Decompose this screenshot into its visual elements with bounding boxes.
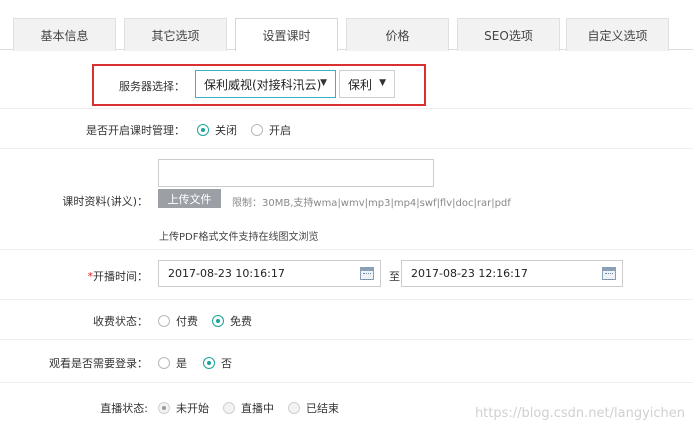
watermark-text: https://blog.csdn.net/langyichen [474,406,685,421]
upload-limit-hint: 限制：30MB,支持wma|wmv|mp3|mp4|swf|flv|doc|ra… [232,198,511,209]
login-required-row: 观看是否需要登录： 是 否 [0,340,693,383]
radio-no[interactable]: 否 [203,355,232,371]
server-select-value: 保利威视(对接科汛云) [204,77,322,92]
end-time-input[interactable]: 2017-08-23 12:16:17 [401,260,623,287]
tab-seo-options[interactable]: SEO选项 [457,18,560,51]
fee-status-row: 收费状态： 付费 免费 [0,300,693,340]
broadcast-time-row: *开播时间： 2017-08-23 10:16:17 至 2017-08-23 … [0,250,693,300]
radio-label: 否 [221,357,232,370]
server-sub-select[interactable]: 保利 ▼ [339,70,395,98]
radio-unselected-icon [288,402,300,414]
radio-close[interactable]: 关闭 [197,122,237,138]
broadcast-time-text: 开播时间： [93,270,148,283]
tab-other-options[interactable]: 其它选项 [124,18,227,51]
tab-label: 设置课时 [262,28,311,43]
upload-button-label: 上传文件 [167,192,212,206]
lesson-mgmt-row: 是否开启课时管理： 关闭 开启 [0,109,693,149]
pdf-note: 上传PDF格式文件支持在线图文浏览 [159,232,319,243]
radio-unselected-icon [251,124,263,136]
radio-paid[interactable]: 付费 [158,313,198,329]
chevron-down-icon: ▼ [379,78,386,88]
tab-label: 自定义选项 [587,28,648,43]
radio-unselected-icon [223,402,235,414]
tab-price[interactable]: 价格 [346,18,449,51]
live-status-label: 直播状态: [100,402,148,415]
radio-free[interactable]: 免费 [212,313,252,329]
tab-label: SEO选项 [484,28,533,43]
radio-label: 直播中 [241,402,274,415]
broadcast-time-label: *开播时间： [88,268,149,284]
end-time-value: 2017-08-23 12:16:17 [411,267,528,280]
server-sub-select-value: 保利 [348,77,373,92]
tab-bar: 基本信息 其它选项 设置课时 价格 SEO选项 自定义选项 [0,0,693,51]
fee-status-label: 收费状态： [93,315,148,328]
materials-row: 课时资料(讲义)： 上传文件 限制：30MB,支持wma|wmv|mp3|mp4… [0,149,693,250]
radio-unselected-icon [158,357,170,369]
tab-label: 基本信息 [40,28,89,43]
radio-yes[interactable]: 是 [158,355,187,371]
radio-label: 是 [176,357,187,370]
radio-open[interactable]: 开启 [251,122,291,138]
start-time-value: 2017-08-23 10:16:17 [168,267,285,280]
materials-label: 课时资料(讲义)： [62,195,148,208]
tab-label: 其它选项 [151,28,200,43]
login-required-label: 观看是否需要登录： [49,357,148,370]
upload-file-button[interactable]: 上传文件 [158,189,221,208]
lesson-mgmt-label: 是否开启课时管理： [86,124,185,137]
radio-ended[interactable]: 已结束 [288,400,339,416]
radio-not-started[interactable]: 未开始 [158,400,209,416]
radio-label: 免费 [230,315,252,328]
start-time-input[interactable]: 2017-08-23 10:16:17 [158,260,381,287]
server-select[interactable]: 保利威视(对接科汛云) ▼ [195,70,336,98]
radio-live[interactable]: 直播中 [223,400,274,416]
radio-label: 开启 [269,124,291,137]
radio-selected-icon [158,402,170,414]
radio-label: 付费 [176,315,198,328]
radio-label: 已结束 [306,402,339,415]
radio-label: 未开始 [176,402,209,415]
to-label: 至 [389,270,400,283]
calendar-icon[interactable] [602,267,616,280]
tab-label: 价格 [385,28,410,43]
tab-basic-info[interactable]: 基本信息 [13,18,116,51]
radio-unselected-icon [158,315,170,327]
radio-selected-icon [197,124,209,136]
radio-selected-icon [212,315,224,327]
radio-selected-icon [203,357,215,369]
calendar-icon[interactable] [360,267,374,280]
materials-file-input[interactable] [158,159,434,187]
tab-lesson-settings[interactable]: 设置课时 [235,18,338,51]
tab-custom-options[interactable]: 自定义选项 [566,18,669,51]
chevron-down-icon: ▼ [320,78,327,88]
radio-label: 关闭 [215,124,237,137]
